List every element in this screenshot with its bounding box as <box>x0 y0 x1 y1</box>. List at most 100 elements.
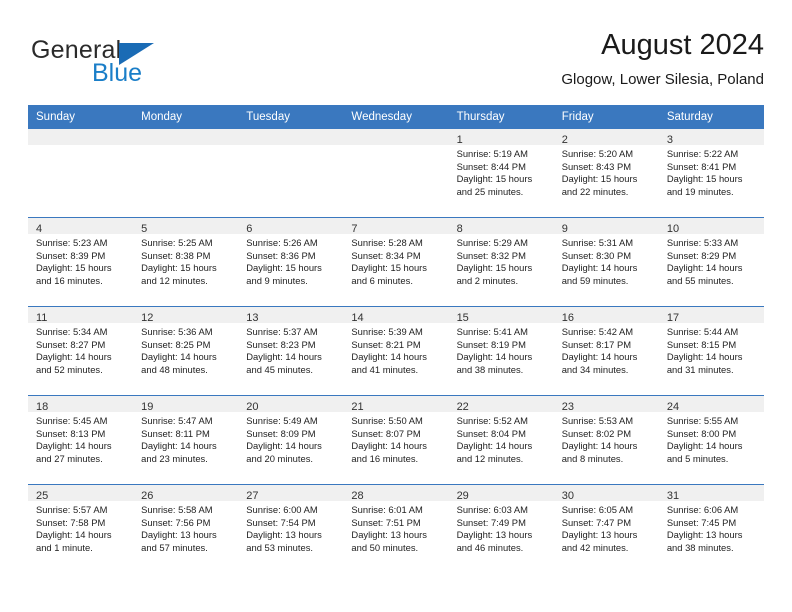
daylight-duration-line1: Daylight: 14 hours <box>561 440 638 452</box>
calendar-day-cell-empty <box>28 128 134 218</box>
sunset-time: Sunset: 7:58 PM <box>36 516 106 528</box>
daylight-duration-line1: Daylight: 14 hours <box>141 440 217 452</box>
calendar-day-cell[interactable]: 2 Sunrise: 5:20 AM Sunset: 8:43 PM Daylight… <box>553 128 659 218</box>
day-details: Sunrise: 5:49 AM Sunset: 8:09 PM Daylight:… <box>238 412 343 465</box>
day-details: Sunrise: 5:29 AM Sunset: 8:32 PM Daylight:… <box>449 234 554 287</box>
day-number: 13 <box>246 312 259 324</box>
calendar-day-cell[interactable]: 4 Sunrise: 5:23 AM Sunset: 8:39 PM Daylight… <box>28 217 134 307</box>
calendar-day-cell[interactable]: 13 Sunrise: 5:37 AM Sunset: 8:23 PM Dayligh… <box>238 306 344 396</box>
sunrise-time: Sunrise: 5:49 AM <box>246 415 318 426</box>
day-number-band: 20 <box>238 396 344 413</box>
calendar-day-cell[interactable]: 27 Sunrise: 6:00 AM Sunset: 7:54 PM Dayligh… <box>238 484 344 573</box>
daylight-duration-line2: and 48 minutes. <box>141 363 208 375</box>
day-number-band: 2 <box>553 129 659 146</box>
sunset-time: Sunset: 7:56 PM <box>141 516 211 528</box>
sunset-time: Sunset: 8:30 PM <box>561 249 632 261</box>
day-number-band: 10 <box>658 218 764 235</box>
sunrise-time: Sunrise: 5:50 AM <box>351 415 423 426</box>
sunrise-time: Sunrise: 5:26 AM <box>246 237 318 248</box>
day-details: Sunrise: 5:26 AM Sunset: 8:36 PM Daylight:… <box>238 234 343 287</box>
calendar-day-cell-empty <box>343 128 449 218</box>
calendar-day-cell[interactable]: 24 Sunrise: 5:55 AM Sunset: 8:00 PM Dayligh… <box>658 395 764 485</box>
day-number: 21 <box>351 401 364 413</box>
calendar-day-cell[interactable]: 17 Sunrise: 5:44 AM Sunset: 8:15 PM Dayligh… <box>658 306 764 396</box>
sunset-time: Sunset: 8:34 PM <box>351 249 421 261</box>
day-number-band: 27 <box>238 485 344 502</box>
day-number-band: 11 <box>28 307 134 324</box>
sunset-time: Sunset: 8:07 PM <box>351 427 421 439</box>
calendar-day-cell[interactable]: 25 Sunrise: 5:57 AM Sunset: 7:58 PM Dayligh… <box>28 484 134 573</box>
calendar-day-cell[interactable]: 10 Sunrise: 5:33 AM Sunset: 8:29 PM Dayligh… <box>658 217 764 307</box>
daylight-duration-line2: and 2 minutes. <box>456 274 519 286</box>
calendar-day-cell[interactable]: 1 Sunrise: 5:19 AM Sunset: 8:44 PM Daylight… <box>448 128 554 218</box>
sunset-time: Sunset: 8:09 PM <box>246 427 316 439</box>
calendar-grid: Sunday Monday Tuesday Wednesday Thursday… <box>28 105 764 573</box>
calendar-day-cell[interactable]: 8 Sunrise: 5:29 AM Sunset: 8:32 PM Daylight… <box>448 217 554 307</box>
weekday-header-wednesday: Wednesday <box>343 105 449 129</box>
daylight-duration-line2: and 59 minutes. <box>561 274 629 286</box>
calendar-day-cell[interactable]: 15 Sunrise: 5:41 AM Sunset: 8:19 PM Dayligh… <box>448 306 554 396</box>
day-number: 11 <box>36 312 48 324</box>
day-number: 9 <box>561 223 568 235</box>
day-number-band: 14 <box>343 307 449 324</box>
day-details: Sunrise: 5:58 AM Sunset: 7:56 PM Daylight:… <box>133 501 238 554</box>
calendar-day-cell[interactable]: 6 Sunrise: 5:26 AM Sunset: 8:36 PM Daylight… <box>238 217 344 307</box>
calendar-day-cell[interactable]: 22 Sunrise: 5:52 AM Sunset: 8:04 PM Dayligh… <box>448 395 554 485</box>
calendar-week-row: 1 Sunrise: 5:19 AM Sunset: 8:44 PM Daylight… <box>28 128 764 218</box>
calendar-day-cell[interactable]: 12 Sunrise: 5:36 AM Sunset: 8:25 PM Dayligh… <box>133 306 239 396</box>
daylight-duration-line2: and 25 minutes. <box>456 185 524 197</box>
sunset-time: Sunset: 8:21 PM <box>351 338 421 350</box>
weekday-header-friday: Friday <box>553 105 659 129</box>
day-details: Sunrise: 5:50 AM Sunset: 8:07 PM Daylight:… <box>343 412 448 465</box>
sunset-time: Sunset: 8:00 PM <box>666 427 737 439</box>
sunset-time: Sunset: 8:27 PM <box>36 338 106 350</box>
sunset-time: Sunset: 7:54 PM <box>246 516 316 528</box>
day-details: Sunrise: 5:34 AM Sunset: 8:27 PM Daylight:… <box>28 323 133 376</box>
calendar-day-cell[interactable]: 28 Sunrise: 6:01 AM Sunset: 7:51 PM Dayligh… <box>343 484 449 573</box>
calendar-day-cell[interactable]: 30 Sunrise: 6:05 AM Sunset: 7:47 PM Dayligh… <box>553 484 659 573</box>
sunrise-time: Sunrise: 5:45 AM <box>36 415 108 426</box>
calendar-day-cell[interactable]: 26 Sunrise: 5:58 AM Sunset: 7:56 PM Dayligh… <box>133 484 239 573</box>
calendar-day-cell[interactable]: 7 Sunrise: 5:28 AM Sunset: 8:34 PM Daylight… <box>343 217 449 307</box>
sunset-time: Sunset: 8:04 PM <box>456 427 526 439</box>
calendar-day-cell-empty <box>133 128 239 218</box>
calendar-day-cell[interactable]: 31 Sunrise: 6:06 AM Sunset: 7:45 PM Dayligh… <box>658 484 764 573</box>
daylight-duration-line1: Daylight: 14 hours <box>561 262 638 274</box>
day-number: 17 <box>666 312 680 324</box>
day-number: 29 <box>456 490 469 502</box>
day-number: 10 <box>666 223 680 235</box>
calendar-day-cell[interactable]: 16 Sunrise: 5:42 AM Sunset: 8:17 PM Dayligh… <box>553 306 659 396</box>
page-subtitle: Glogow, Lower Silesia, Poland <box>561 71 764 88</box>
sunset-time: Sunset: 8:29 PM <box>666 249 737 261</box>
sunrise-time: Sunrise: 5:58 AM <box>141 504 213 515</box>
calendar-day-cell[interactable]: 14 Sunrise: 5:39 AM Sunset: 8:21 PM Dayligh… <box>343 306 449 396</box>
sunset-time: Sunset: 7:49 PM <box>456 516 526 528</box>
sunrise-time: Sunrise: 5:42 AM <box>561 326 634 337</box>
calendar-day-cell[interactable]: 9 Sunrise: 5:31 AM Sunset: 8:30 PM Daylight… <box>553 217 659 307</box>
calendar-day-cell[interactable]: 29 Sunrise: 6:03 AM Sunset: 7:49 PM Dayligh… <box>448 484 554 573</box>
day-details: Sunrise: 5:55 AM Sunset: 8:00 PM Daylight:… <box>659 412 764 465</box>
weekday-header-thursday: Thursday <box>448 105 554 129</box>
calendar-day-cell[interactable]: 3 Sunrise: 5:22 AM Sunset: 8:41 PM Daylight… <box>658 128 764 218</box>
day-details: Sunrise: 5:36 AM Sunset: 8:25 PM Daylight:… <box>133 323 238 376</box>
calendar-day-cell[interactable]: 19 Sunrise: 5:47 AM Sunset: 8:11 PM Dayligh… <box>133 395 239 485</box>
calendar-day-cell[interactable]: 11 Sunrise: 5:34 AM Sunset: 8:27 PM Dayligh… <box>28 306 134 396</box>
day-details: Sunrise: 6:00 AM Sunset: 7:54 PM Daylight:… <box>238 501 343 554</box>
day-number-band: 1 <box>448 129 554 146</box>
calendar-day-cell[interactable]: 18 Sunrise: 5:45 AM Sunset: 8:13 PM Dayligh… <box>28 395 134 485</box>
day-number: 14 <box>351 312 364 324</box>
day-details: Sunrise: 5:23 AM Sunset: 8:39 PM Daylight:… <box>28 234 133 287</box>
calendar-page: General Blue August 2024 Glogow, Lower S… <box>0 0 792 612</box>
day-number-band: 24 <box>658 396 764 413</box>
daylight-duration-line2: and 38 minutes. <box>666 541 734 553</box>
calendar-day-cell[interactable]: 21 Sunrise: 5:50 AM Sunset: 8:07 PM Dayligh… <box>343 395 449 485</box>
daylight-duration-line1: Daylight: 13 hours <box>246 529 322 541</box>
general-blue-logo[interactable]: General Blue <box>31 36 251 94</box>
calendar-day-cell[interactable]: 20 Sunrise: 5:49 AM Sunset: 8:09 PM Dayligh… <box>238 395 344 485</box>
calendar-day-cell[interactable]: 23 Sunrise: 5:53 AM Sunset: 8:02 PM Dayligh… <box>553 395 659 485</box>
day-number: 3 <box>666 134 673 146</box>
calendar-day-cell[interactable]: 5 Sunrise: 5:25 AM Sunset: 8:38 PM Daylight… <box>133 217 239 307</box>
daylight-duration-line2: and 57 minutes. <box>141 541 208 553</box>
sunrise-time: Sunrise: 5:29 AM <box>456 237 528 248</box>
daylight-duration-line1: Daylight: 15 hours <box>36 262 112 274</box>
